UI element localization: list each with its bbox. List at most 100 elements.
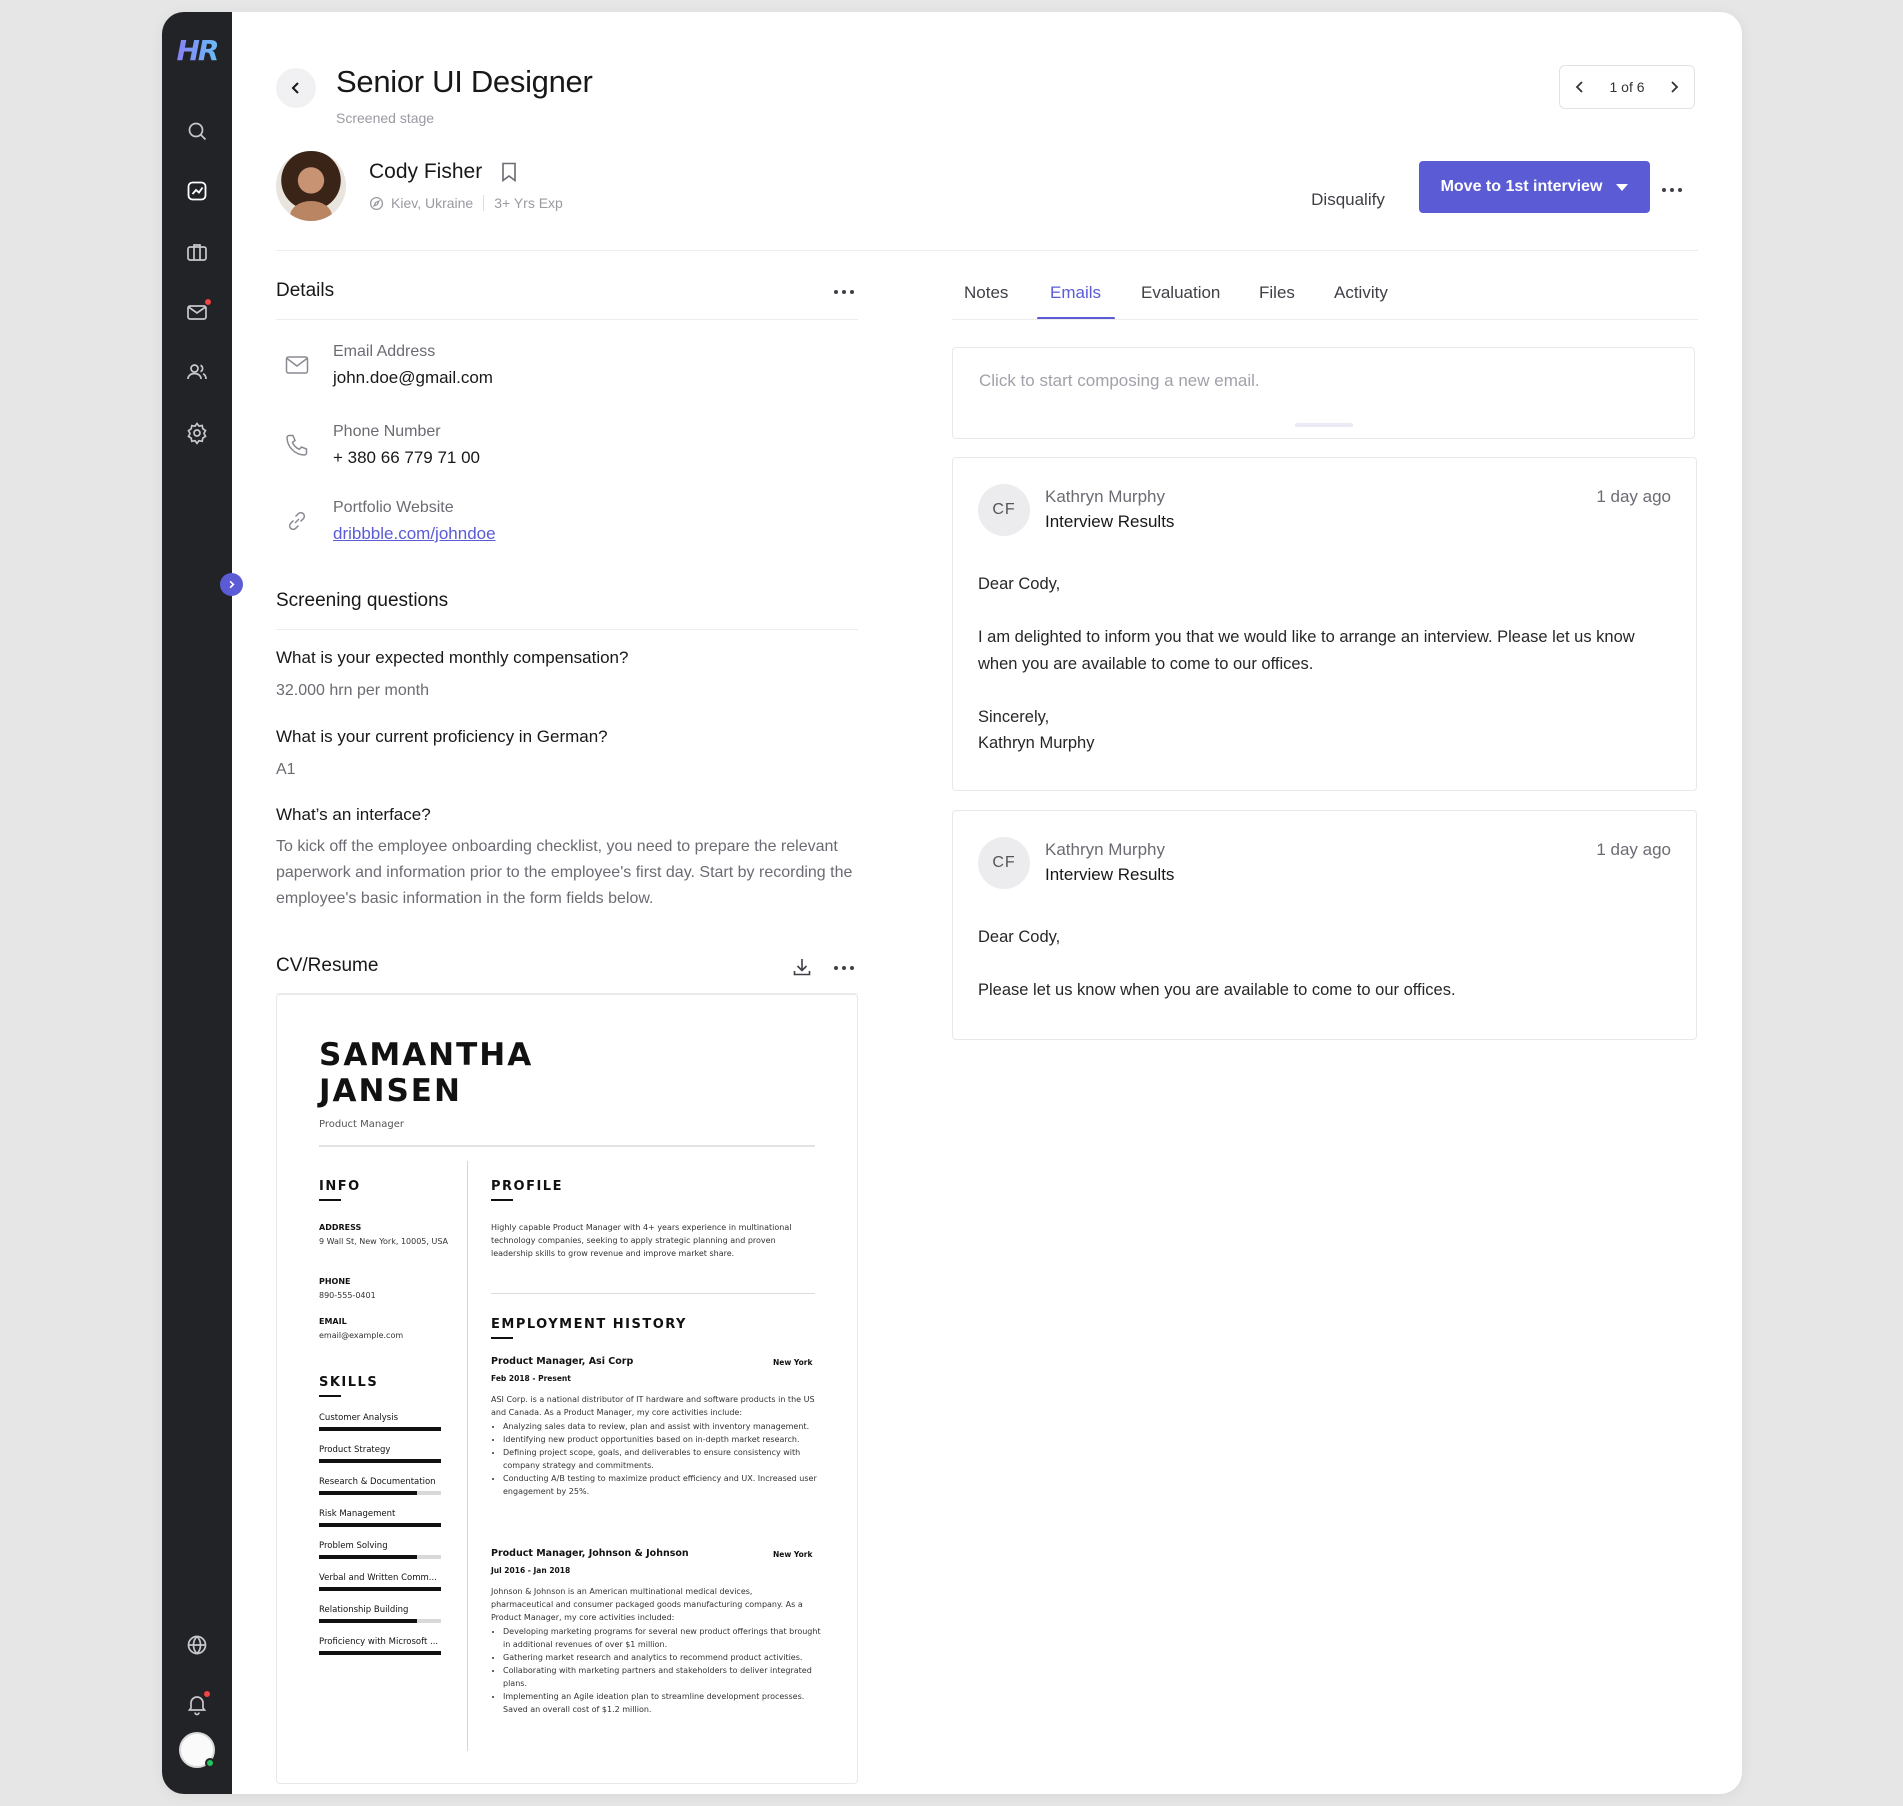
tab-evaluation[interactable]: Evaluation <box>1141 283 1220 303</box>
phone-icon <box>286 434 308 456</box>
email-value: john.doe@gmail.com <box>333 368 493 387</box>
email-subject: Interview Results <box>1045 512 1175 531</box>
app-logo[interactable]: HR <box>174 34 220 68</box>
caret-down-icon[interactable] <box>1616 183 1629 191</box>
details-more-icon[interactable] <box>834 290 854 294</box>
tab-emails[interactable]: Emails <box>1050 283 1101 303</box>
analytics-icon[interactable] <box>184 178 210 204</box>
globe-icon[interactable] <box>184 1632 210 1658</box>
resume-skill-label: Relationship Building <box>319 1605 409 1615</box>
tabs-divider <box>952 319 1698 320</box>
email-body: Dear Cody, I am delighted to inform you … <box>978 575 1635 752</box>
resume-job-intro: ASI Corp. is a national distributor of I… <box>491 1395 815 1417</box>
resize-handle[interactable] <box>1295 423 1353 427</box>
resume-job-city: New York <box>773 1358 813 1367</box>
candidate-location: Kiev, Ukraine <box>391 195 474 211</box>
resume-skill-bar <box>319 1587 441 1591</box>
bookmark-icon[interactable] <box>500 161 518 183</box>
screening-answer: To kick off the employee onboarding chec… <box>276 838 853 907</box>
candidate-meta: Kiev, Ukraine 3+ Yrs Exp <box>369 195 563 211</box>
mail-icon <box>285 356 309 374</box>
compose-email-box[interactable]: Click to start composing a new email. <box>952 347 1695 439</box>
resume-address-label: ADDRESS <box>319 1223 362 1232</box>
resume-skill-bar <box>319 1555 441 1559</box>
resume-role: Product Manager <box>319 1119 404 1130</box>
tab-notes[interactable]: Notes <box>964 283 1008 303</box>
email-subject: Interview Results <box>1045 865 1175 884</box>
move-stage-button[interactable]: Move to 1st interview <box>1419 161 1650 213</box>
details-divider <box>276 319 858 320</box>
resume-job-bullets: Developing marketing programs for severa… <box>503 1625 821 1716</box>
screening-question: What’s an interface? <box>276 805 431 824</box>
screening-divider <box>276 629 858 630</box>
resume-skill-label: Customer Analysis <box>319 1413 399 1423</box>
email-label: Email Address <box>333 343 436 360</box>
briefcase-icon[interactable] <box>184 239 210 265</box>
resume-preview: SAMANTHA JANSEN Product Manager INFO ADD… <box>276 994 858 1784</box>
page-title: Senior UI Designer <box>336 64 593 99</box>
chevron-right-icon <box>229 580 235 589</box>
resume-info-heading: INFO <box>319 1179 361 1201</box>
user-avatar[interactable] <box>179 1732 215 1768</box>
email-card[interactable]: CF Kathryn Murphy Interview Results 1 da… <box>952 810 1697 1040</box>
email-sender: Kathryn Murphy <box>1045 840 1165 859</box>
resume-profile-text: Highly capable Product Manager with 4+ y… <box>491 1223 792 1258</box>
resume-skill-label: Risk Management <box>319 1509 396 1519</box>
settings-icon[interactable] <box>184 420 210 446</box>
candidate-name: Cody Fisher <box>369 160 483 183</box>
email-body: Dear Cody, Please let us know when you a… <box>978 928 1456 999</box>
resume-skill-bar <box>319 1459 441 1463</box>
header-divider <box>276 250 1698 251</box>
resume-job-dates: Feb 2018 - Present <box>491 1374 571 1383</box>
portfolio-link[interactable]: dribbble.com/johndoe <box>333 524 496 544</box>
resume-email-label: EMAIL <box>319 1317 347 1326</box>
resume-job-dates: Jul 2016 - Jan 2018 <box>491 1566 571 1575</box>
previous-candidate-button[interactable] <box>1572 79 1588 95</box>
resume-skill-bar <box>319 1651 441 1655</box>
chevron-right-icon <box>1671 81 1679 93</box>
bell-icon[interactable] <box>184 1690 211 1717</box>
tab-activity[interactable]: Activity <box>1334 283 1388 303</box>
stage-label: Screened stage <box>336 110 435 126</box>
compass-icon <box>369 196 384 210</box>
next-candidate-button[interactable] <box>1666 79 1682 95</box>
resume-skills-heading: SKILLS <box>319 1375 379 1397</box>
resume-skill-bar <box>319 1427 441 1431</box>
candidate-experience: 3+ Yrs Exp <box>494 195 563 211</box>
details-title: Details <box>276 280 335 301</box>
resume-profile-heading: PROFILE <box>491 1179 563 1201</box>
tab-files[interactable]: Files <box>1259 283 1295 303</box>
move-stage-label: Move to 1st interview <box>1440 178 1603 195</box>
resume-name: SAMANTHA JANSEN <box>319 1037 534 1109</box>
resume-job-city: New York <box>773 1550 813 1559</box>
resume-skill-bar <box>319 1619 441 1623</box>
disqualify-button[interactable]: Disqualify <box>1303 176 1393 224</box>
download-icon[interactable] <box>791 956 813 978</box>
resume-skill-label: Verbal and Written Comm... <box>319 1573 437 1583</box>
more-options-icon[interactable] <box>1662 188 1682 192</box>
pager-count: 1 of 6 <box>1609 79 1645 95</box>
resume-job-title: Product Manager, Johnson & Johnson <box>491 1548 689 1559</box>
users-icon[interactable] <box>184 359 210 385</box>
notification-dot <box>203 1690 211 1698</box>
back-button[interactable] <box>276 68 316 108</box>
sidebar: HR <box>162 12 232 1794</box>
mail-icon[interactable] <box>184 298 212 325</box>
screening-answer: 32.000 hrn per month <box>276 682 429 699</box>
resume-skill-label: Problem Solving <box>319 1541 388 1551</box>
sender-avatar: CF <box>978 837 1030 889</box>
portfolio-label: Portfolio Website <box>333 499 454 516</box>
cv-title: CV/Resume <box>276 955 379 976</box>
search-icon[interactable] <box>184 118 210 144</box>
email-card[interactable]: CF Kathryn Murphy Interview Results 1 da… <box>952 457 1697 791</box>
resume-skill-label: Product Strategy <box>319 1445 391 1455</box>
resume-skill-label: Proficiency with Microsoft ... <box>319 1637 439 1647</box>
sidebar-expand-button[interactable] <box>220 573 243 596</box>
screening-question: What is your expected monthly compensati… <box>276 648 629 667</box>
resume-job-title: Product Manager, Asi Corp <box>491 1356 634 1367</box>
notification-dot <box>204 298 212 306</box>
cv-more-icon[interactable] <box>834 966 854 970</box>
sender-avatar: CF <box>978 484 1030 536</box>
screening-question: What is your current proficiency in Germ… <box>276 727 608 746</box>
resume-skill-bar <box>319 1523 441 1527</box>
